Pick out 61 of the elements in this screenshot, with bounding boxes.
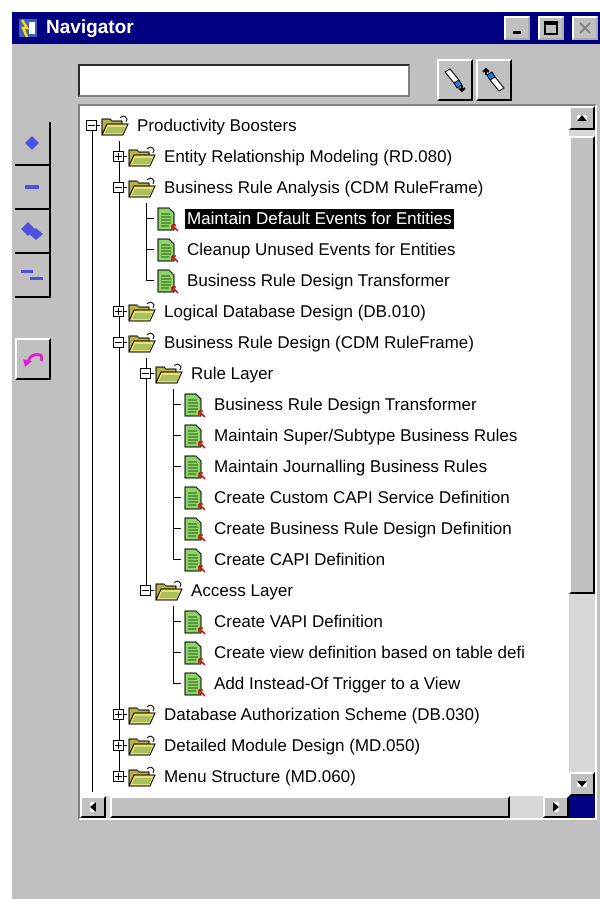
undo-button[interactable] xyxy=(15,338,51,380)
tree-item[interactable]: Maintain Super/Subtype Business Rules xyxy=(212,426,520,446)
tree-item[interactable]: Add Instead-Of Trigger to a View xyxy=(212,674,462,694)
collapse-icon[interactable] xyxy=(86,120,97,131)
dashes-icon xyxy=(21,269,43,281)
right-arrow-icon xyxy=(553,802,559,812)
tree-item[interactable]: Business Rule Design Transformer xyxy=(185,270,452,290)
collapse-icon[interactable] xyxy=(140,368,151,379)
horizontal-scrollbar[interactable] xyxy=(80,796,569,818)
minimize-button[interactable] xyxy=(504,16,530,40)
diamonds-icon xyxy=(21,222,43,240)
expand-icon[interactable] xyxy=(113,306,124,317)
tree-item[interactable]: Logical Database Design (DB.010) xyxy=(162,302,428,322)
expand-icon[interactable] xyxy=(113,709,124,720)
tree-item[interactable]: Create VAPI Definition xyxy=(212,612,385,632)
tree-item[interactable]: Detailed Module Design (MD.050) xyxy=(162,736,422,756)
tree-item[interactable]: Create view definition based on table defi xyxy=(212,642,527,662)
flashlight-icon xyxy=(481,67,507,93)
expand-icon[interactable] xyxy=(113,740,124,751)
minimize-icon xyxy=(513,30,521,34)
tree-item[interactable]: Maintain Journalling Business Rules xyxy=(212,456,490,476)
find-next-button[interactable] xyxy=(437,59,473,101)
collapse-icon[interactable] xyxy=(113,337,124,348)
flashlight-icon xyxy=(442,67,468,93)
close-icon xyxy=(578,21,592,35)
tree-item[interactable]: Business Rule Analysis (CDM RuleFrame) xyxy=(162,178,486,198)
find-previous-button[interactable] xyxy=(476,59,512,101)
toolbar-button[interactable] xyxy=(15,166,51,210)
down-arrow-icon xyxy=(577,781,587,787)
window-title: Navigator xyxy=(46,17,134,39)
size-grip[interactable] xyxy=(569,796,595,818)
collapse-icon[interactable] xyxy=(140,585,151,596)
app-icon xyxy=(16,16,40,40)
tree-item[interactable]: Productivity Boosters xyxy=(135,116,299,136)
tree-item[interactable]: Cleanup Unused Events for Entities xyxy=(185,240,458,260)
collapse-icon[interactable] xyxy=(113,182,124,193)
vertical-scrollbar[interactable] xyxy=(569,106,595,796)
left-arrow-icon xyxy=(90,802,96,812)
tree-item[interactable]: Database Authorization Scheme (DB.030) xyxy=(162,704,482,724)
expand-icon[interactable] xyxy=(113,771,124,782)
tree-item[interactable]: Access Layer xyxy=(189,580,296,600)
toolbar-button[interactable] xyxy=(15,210,51,254)
diamond-icon xyxy=(25,136,39,150)
up-arrow-icon xyxy=(577,115,587,121)
tree-item[interactable]: Business Rule Design (CDM RuleFrame) xyxy=(162,332,476,352)
maximize-icon xyxy=(544,21,558,35)
close-button[interactable] xyxy=(572,16,598,40)
dash-icon xyxy=(25,185,39,189)
tree-item[interactable]: Rule Layer xyxy=(189,364,276,384)
maximize-button[interactable] xyxy=(538,16,564,40)
toolbar-button[interactable] xyxy=(15,122,51,166)
tree-item[interactable]: Create CAPI Definition xyxy=(212,550,388,570)
tree-item[interactable]: Maintain Default Events for Entities xyxy=(185,208,454,228)
search-field[interactable] xyxy=(78,64,410,96)
expand-icon[interactable] xyxy=(113,151,124,162)
toolbar-button[interactable] xyxy=(15,254,51,298)
tree-item[interactable]: Create Custom CAPI Service Definition xyxy=(212,488,512,508)
tree-item[interactable]: Entity Relationship Modeling (RD.080) xyxy=(162,146,454,166)
tree-item[interactable]: Menu Structure (MD.060) xyxy=(162,766,358,786)
tree-item[interactable]: Business Rule Design Transformer xyxy=(212,394,479,414)
tree-item[interactable]: Create Business Rule Design Definition xyxy=(212,518,514,538)
